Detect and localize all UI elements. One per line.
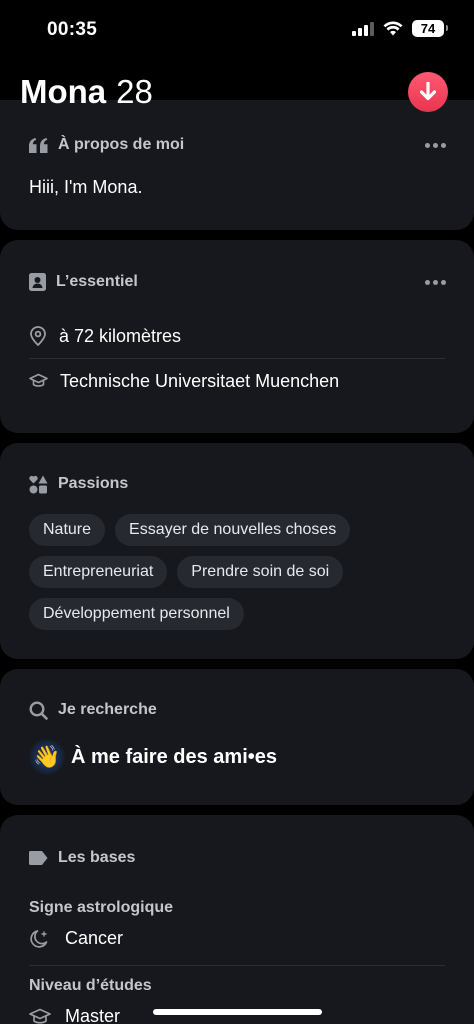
passions-icon — [29, 475, 48, 493]
basics-title: Les bases — [58, 849, 136, 866]
passion-chip: Prendre soin de soi — [177, 556, 344, 588]
passions-card: Passions Nature Essayer de nouvelles cho… — [0, 443, 474, 659]
passion-chip: Entrepreneuriat — [29, 556, 168, 588]
wifi-icon — [383, 21, 403, 36]
looking-for-text: À me faire des ami•es — [71, 745, 277, 768]
distance-row: à 72 kilomètres — [29, 313, 445, 359]
looking-for-value: 👋 À me faire des ami•es — [29, 739, 277, 775]
battery-indicator: 74 — [412, 20, 448, 37]
more-dot-icon — [441, 279, 446, 285]
distance-text: à 72 kilomètres — [59, 325, 182, 346]
passions-header: Passions — [29, 473, 446, 495]
status-icons: 74 — [352, 20, 448, 37]
more-dot-icon — [425, 142, 430, 148]
looking-for-title: Je recherche — [58, 701, 157, 718]
status-bar: 00:35 74 — [0, 0, 474, 60]
home-indicator[interactable] — [153, 1009, 322, 1015]
zodiac-row: Cancer — [29, 928, 123, 949]
looking-for-header: Je recherche — [29, 699, 446, 721]
collapse-profile-button[interactable] — [408, 72, 448, 112]
education-row: Master — [29, 1006, 120, 1024]
graduation-cap-icon — [29, 373, 48, 387]
status-time: 00:35 — [47, 19, 98, 40]
contact-card-icon — [29, 273, 46, 291]
cellular-signal-icon — [352, 21, 374, 36]
school-text: Technische Universitaet Muenchen — [60, 370, 340, 391]
about-more-button[interactable] — [425, 134, 446, 156]
basics-header: Les bases — [29, 847, 446, 869]
passions-title: Passions — [58, 475, 129, 492]
about-card: À propos de moi Hiii, I'm Mona. — [0, 100, 474, 230]
essentials-header: L’essentiel — [29, 271, 446, 293]
divider — [29, 965, 445, 966]
more-dot-icon — [425, 279, 430, 285]
essentials-more-button[interactable] — [425, 271, 446, 293]
about-title: À propos de moi — [58, 136, 185, 153]
passion-chip: Nature — [29, 514, 106, 546]
basics-card: Les bases Signe astrologique Cancer Nive… — [0, 815, 474, 1024]
essentials-title: L’essentiel — [56, 273, 138, 290]
bio-text: Hiii, I'm Mona. — [29, 177, 143, 197]
profile-age: 28 — [116, 73, 153, 110]
looking-for-card: Je recherche 👋 À me faire des ami•es — [0, 669, 474, 805]
graduation-cap-icon — [29, 1008, 51, 1024]
waving-hand-icon: 👋 — [29, 739, 65, 775]
education-value: Master — [65, 1006, 121, 1024]
passion-chip: Développement personnel — [29, 598, 244, 630]
school-row: Technische Universitaet Muenchen — [29, 358, 445, 404]
profile-header: Mona 28 — [20, 70, 448, 114]
essentials-card: L’essentiel à 72 kilomètres Technische U… — [0, 240, 474, 433]
location-pin-icon — [30, 326, 46, 346]
education-label: Niveau d’études — [29, 977, 152, 994]
about-header: À propos de moi — [29, 134, 446, 156]
moon-stars-icon — [30, 929, 48, 948]
quote-icon — [29, 137, 48, 153]
passion-chip: Essayer de nouvelles choses — [115, 514, 351, 546]
search-icon — [29, 700, 48, 720]
more-dot-icon — [433, 142, 438, 148]
more-dot-icon — [433, 279, 438, 285]
zodiac-value: Cancer — [65, 928, 124, 948]
tag-icon — [29, 851, 48, 865]
arrow-down-icon — [419, 82, 437, 101]
zodiac-label: Signe astrologique — [29, 899, 174, 916]
profile-name: Mona — [20, 73, 107, 110]
more-dot-icon — [441, 142, 446, 148]
passions-list: Nature Essayer de nouvelles choses Entre… — [29, 514, 454, 630]
